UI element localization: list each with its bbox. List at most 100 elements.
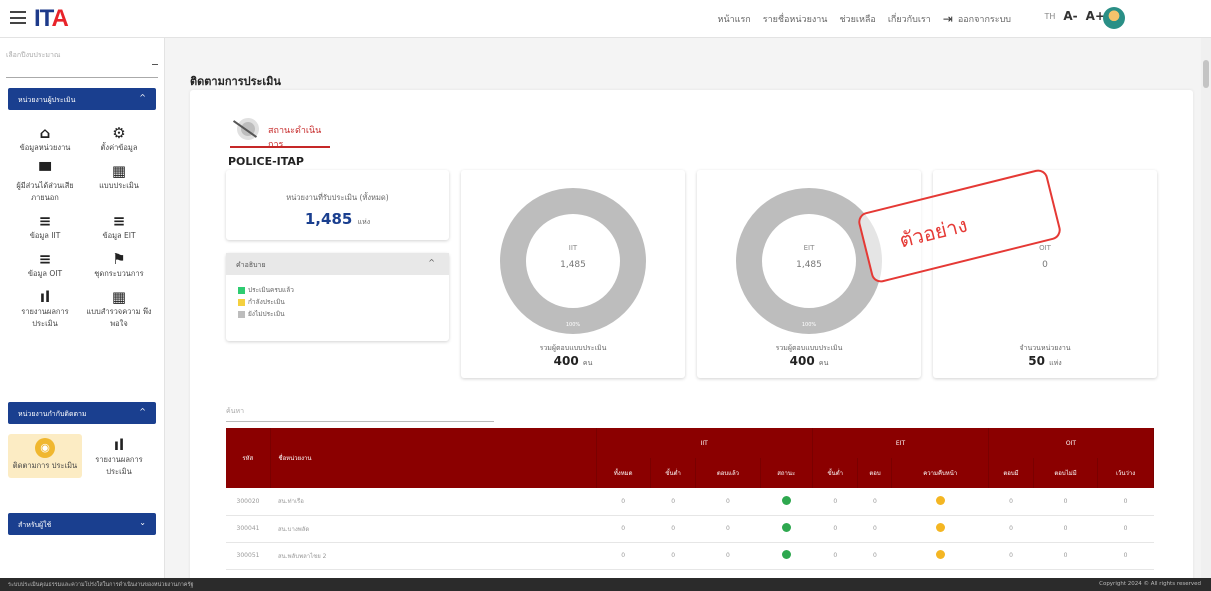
eit-caption: รวมผู้ตอบแบบประเมิน: [775, 344, 843, 352]
legend-header[interactable]: คำอธิบาย ^: [226, 253, 449, 275]
nav-help[interactable]: ช่วยเหลือ: [839, 12, 875, 26]
logout-button[interactable]: ⇥ ออกจากระบบ: [943, 12, 1011, 26]
top-bar: ITA หน้าแรก รายชื่อหน่วยงาน ช่วยเหลือ เก…: [0, 0, 1211, 38]
col-code[interactable]: รหัส: [226, 428, 271, 488]
sidebar-item-iit[interactable]: ≡ ข้อมูล IIT: [8, 210, 82, 242]
sidebar-item-forms[interactable]: ▦ แบบประเมิน: [82, 160, 156, 204]
col-oit-has[interactable]: ตอบมี: [988, 458, 1034, 488]
bar-chart-icon: ıl: [113, 436, 125, 454]
sidebar-item-report[interactable]: ıl รายงานผลการ ประเมิน: [8, 286, 82, 330]
sidebar-section-user[interactable]: สำหรับผู้ใช้ ⌄: [8, 513, 156, 535]
tracking-icon: ◉: [35, 438, 55, 458]
col-iit-status[interactable]: สถานะ: [760, 458, 814, 488]
eit-total: 400 คน: [789, 354, 829, 368]
table-row[interactable]: 300020 สน.ท่าเรือ 0 0 0 0 0 0 0 0: [226, 488, 1154, 516]
sidebar: เลือกปีงบประมาณ หน่วยงานผู้ประเมิน ^ ⌂ ข้…: [0, 38, 165, 578]
sidebar-section-assessor[interactable]: หน่วยงานผู้ประเมิน ^: [8, 88, 156, 110]
tab-status-label: สถานะดำเนินการ: [268, 126, 322, 150]
table-row[interactable]: 300051 สน.พลับพลาไชย 2 0 0 0 0 0 0 0 0: [226, 542, 1154, 570]
pending-dot-icon: [935, 550, 945, 559]
sidebar-item-settings[interactable]: ⚙ ตั้งค่าข้อมูล: [82, 122, 156, 154]
section-title: หน่วยงานผู้ประเมิน: [18, 96, 76, 104]
logout-label: ออกจากระบบ: [957, 15, 1011, 25]
col-eit-answered[interactable]: ตอบ: [857, 458, 893, 488]
legend-item-not-started: ยังไม่ประเมิน: [238, 309, 449, 319]
oit-caption: จำนวนหน่วยงาน: [1019, 344, 1071, 352]
tab-status[interactable]: สถานะดำเนินการ: [230, 108, 330, 150]
sidebar-item-tracking[interactable]: ◉ ติดตามการ ประเมิน: [8, 434, 82, 478]
bar-chart-icon: ıl: [39, 288, 51, 306]
sidebar-item-monitor-report[interactable]: ıl รายงานผลการ ประเมิน: [82, 434, 156, 478]
group-eit: EIT: [812, 428, 990, 458]
sidebar-item-survey[interactable]: ▦ แบบสำรวจความ พึงพอใจ: [82, 286, 156, 330]
eit-segment-label: 100%: [801, 322, 817, 328]
summary-card: หน่วยงานที่รับประเมิน (ทั้งหมด) 1,485 แห…: [226, 170, 449, 240]
iit-caption: รวมผู้ตอบแบบประเมิน: [539, 344, 607, 352]
sidebar-item-stakeholders[interactable]: ▀ ผู้มีส่วนได้ส่วนเสีย ภายนอก: [8, 160, 82, 204]
page-scrollbar[interactable]: [1201, 38, 1211, 578]
iit-segment-label: 100%: [565, 322, 581, 328]
pending-dot-icon: [935, 495, 945, 505]
col-oit-blank[interactable]: เว้นว่าง: [1097, 458, 1154, 488]
legend-item-done: ประเมินครบแล้ว: [238, 285, 449, 295]
chevron-up-icon: ^: [139, 407, 146, 416]
top-nav: หน้าแรก รายชื่อหน่วยงาน ช่วยเหลือ เกี่ยว…: [718, 12, 1011, 26]
check-circle-icon: [781, 523, 791, 532]
iit-donut-name: IIT: [568, 244, 578, 252]
col-eit-progress[interactable]: ความคืบหน้า: [891, 458, 990, 488]
col-oit-none[interactable]: ตอบไม่มี: [1033, 458, 1099, 488]
pending-dot-icon: [935, 523, 945, 532]
chevron-up-icon: ^: [139, 93, 146, 102]
flag-icon: ⚑: [112, 250, 126, 268]
sidebar-item-agency-info[interactable]: ⌂ ข้อมูลหน่วยงาน: [8, 122, 82, 154]
sidebar-item-oit[interactable]: ≡ ข้อมูล OIT: [8, 248, 82, 280]
col-name[interactable]: ชื่อหน่วยงาน: [270, 428, 597, 488]
sidebar-item-eit[interactable]: ≡ ข้อมูล EIT: [82, 210, 156, 242]
iit-donut-card: IIT 1,485 100% รวมผู้ตอบแบบประเมิน 400 ค…: [461, 170, 685, 378]
font-decrease-button[interactable]: A-: [1063, 9, 1077, 23]
logo[interactable]: ITA: [34, 5, 69, 33]
language-switch[interactable]: TH: [1044, 12, 1055, 21]
menu-icon[interactable]: [10, 11, 26, 24]
check-circle-icon: [781, 550, 791, 559]
col-iit-answered[interactable]: ตอบแล้ว: [695, 458, 761, 488]
sidebar-section-monitor[interactable]: หน่วยงานกำกับติดตาม ^: [8, 402, 156, 424]
table-row[interactable]: 300041 สน.บางพลัด 0 0 0 0 0 0 0 0: [226, 515, 1154, 543]
group-icon: ▀: [39, 162, 51, 180]
scrollbar-thumb[interactable]: [1203, 60, 1209, 88]
legend-panel: คำอธิบาย ^ ประเมินครบแล้ว กำลังประเมิน ย…: [226, 253, 449, 341]
col-iit-min[interactable]: ขั้นต่ำ: [650, 458, 697, 488]
iit-total: 400 คน: [553, 354, 593, 368]
col-iit-total[interactable]: ทั้งหมด: [596, 458, 651, 488]
footer-copyright: Copyright 2024 © All rights reserved: [1099, 581, 1201, 587]
nav-about[interactable]: เกี่ยวกับเรา: [888, 12, 931, 26]
building-icon: ⌂: [39, 124, 51, 142]
sidebar-item-process[interactable]: ⚑ ชุดกระบวนการ: [82, 248, 156, 280]
chevron-up-icon: ^: [428, 258, 435, 267]
col-eit-min[interactable]: ขั้นต่ำ: [812, 458, 859, 488]
agency-table: รหัส ชื่อหน่วยงาน IIT EIT OIT ทั้งหมด ขั…: [226, 428, 1154, 570]
nav-agency-list[interactable]: รายชื่อหน่วยงาน: [763, 12, 828, 26]
nav-home[interactable]: หน้าแรก: [718, 12, 751, 26]
logout-icon: ⇥: [942, 12, 953, 26]
oit-total: 50 แห่ง: [1028, 354, 1062, 368]
year-select[interactable]: เลือกปีงบประมาณ: [6, 46, 158, 78]
oit-donut-num: 0: [1042, 260, 1048, 270]
legend-item-in-progress: กำลังประเมิน: [238, 297, 449, 307]
section-title: หน่วยงานกำกับติดตาม: [18, 410, 87, 418]
watermark-text: ตัวอย่าง: [896, 212, 970, 253]
group-oit: OIT: [988, 428, 1154, 458]
list-icon: ≡: [38, 250, 52, 268]
group-iit: IIT: [596, 428, 813, 458]
qr-icon: ▦: [111, 162, 127, 180]
search-input[interactable]: ค้นหา: [226, 400, 494, 422]
list-icon: ≡: [38, 212, 52, 230]
summary-value: 1,485 แห่ง: [304, 210, 371, 228]
section-title: สำหรับผู้ใช้: [18, 521, 52, 529]
year-select-placeholder: เลือกปีงบประมาณ: [6, 51, 61, 59]
avatar[interactable]: [1103, 7, 1125, 29]
check-circle-icon: [781, 495, 791, 505]
summary-label: หน่วยงานที่รับประเมิน (ทั้งหมด): [286, 193, 389, 202]
sidebar-grid-assessor: ⌂ ข้อมูลหน่วยงาน ⚙ ตั้งค่าข้อมูล ▀ ผู้มีส่ว…: [8, 122, 156, 330]
qr-icon: ▦: [111, 288, 127, 306]
